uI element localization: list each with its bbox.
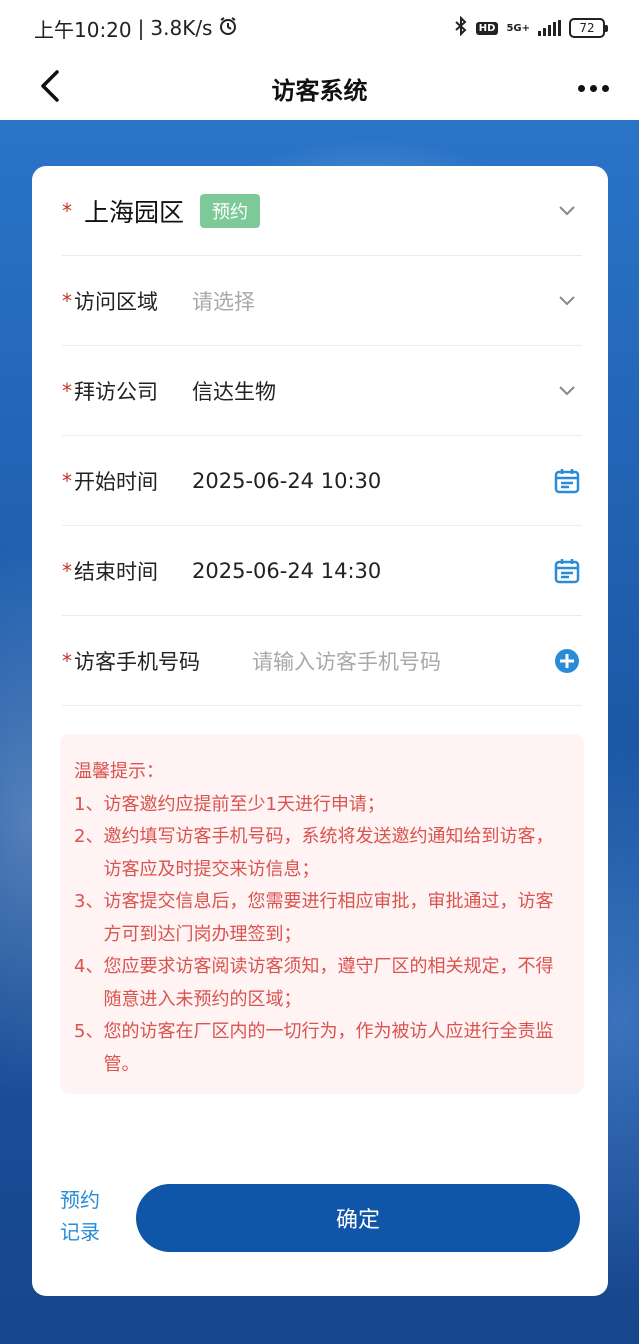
status-time: 上午10:20 — [34, 17, 132, 42]
more-dot — [589, 84, 597, 92]
phone-input[interactable]: 请输入访客手机号码 — [252, 646, 441, 676]
more-dot — [577, 84, 585, 92]
required-mark: * — [62, 468, 72, 493]
chevron-left-icon — [39, 69, 61, 107]
required-mark: * — [62, 558, 72, 583]
tip-number: 4、 — [74, 956, 104, 977]
required-mark: * — [62, 648, 72, 673]
visit-area-select[interactable]: 请选择 — [192, 286, 255, 316]
more-dot — [601, 84, 609, 92]
phone-label: 访客手机号码 — [74, 649, 200, 674]
status-speed: 3.8K/s — [150, 16, 213, 40]
alarm-clock-icon — [218, 16, 238, 41]
tip-item: 5、 您的访客在厂区内的一切行为，作为被访人应进行全责监管。 — [74, 1016, 570, 1081]
park-name: 上海园区 — [84, 197, 185, 227]
network-type: 5G+ — [506, 22, 530, 34]
tips-title: 温馨提示： — [74, 761, 164, 782]
tip-text: 您应要求访客阅读访客须知，遵守厂区的相关规定，不得随意进入未预约的区域； — [103, 956, 554, 1010]
required-mark: * — [62, 378, 72, 403]
battery-level: 72 — [579, 21, 595, 35]
status-right: HD 5G+ 72 — [454, 15, 608, 40]
calendar-icon[interactable] — [552, 466, 582, 496]
form-card: * 上海园区 预约 * 访问区域 请选择 * 拜访公司 信达生物 * 开始时间 … — [32, 166, 608, 1296]
plus-circle-icon[interactable] — [552, 646, 582, 676]
tip-text: 访客邀约应提前至少1天进行申请； — [103, 793, 385, 815]
reservation-records-link[interactable]: 预约记录 — [60, 1184, 112, 1248]
required-mark: * — [62, 288, 72, 313]
start-time-value[interactable]: 2025-06-24 10:30 — [192, 469, 381, 493]
more-button[interactable] — [573, 70, 613, 106]
chevron-down-icon[interactable] — [552, 196, 582, 226]
tip-text: 您的访客在厂区内的一切行为，作为被访人应进行全责监管。 — [103, 1021, 554, 1075]
end-time-label: 结束时间 — [74, 559, 158, 584]
tip-item: 2、 邀约填写访客手机号码，系统将发送邀约通知给到访客，访客应及时提交来访信息； — [74, 821, 570, 886]
tips-box: 温馨提示： 1、 访客邀约应提前至少1天进行申请； 2、 邀约填写访客手机号码，… — [60, 734, 584, 1094]
tip-item: 4、 您应要求访客阅读访客须知，遵守厂区的相关规定，不得随意进入未预约的区域； — [74, 951, 570, 1016]
company-field[interactable]: * 拜访公司 信达生物 — [62, 346, 582, 436]
signal-icon — [538, 20, 561, 36]
company-select[interactable]: 信达生物 — [192, 376, 276, 406]
tip-item: 1、 访客邀约应提前至少1天进行申请； — [74, 789, 570, 822]
visit-area-label: 访问区域 — [74, 289, 158, 314]
tip-number: 3、 — [74, 891, 104, 912]
page-title: 访客系统 — [271, 76, 368, 105]
nav-bar: 访客系统 — [0, 56, 639, 120]
battery-icon: 72 — [569, 18, 608, 38]
reservation-tag: 预约 — [200, 193, 261, 228]
status-divider: | — [137, 16, 145, 40]
start-time-field[interactable]: * 开始时间 2025-06-24 10:30 — [62, 436, 582, 526]
chevron-down-icon[interactable] — [552, 286, 582, 316]
park-selector[interactable]: * 上海园区 预约 — [62, 166, 582, 256]
end-time-value[interactable]: 2025-06-24 14:30 — [192, 559, 381, 583]
tip-number: 5、 — [74, 1021, 104, 1042]
back-button[interactable] — [30, 68, 70, 108]
end-time-field[interactable]: * 结束时间 2025-06-24 14:30 — [62, 526, 582, 616]
tip-item: 3、 访客提交信息后，您需要进行相应审批，审批通过，访客方可到达门岗办理签到； — [74, 886, 570, 951]
bluetooth-icon — [454, 15, 468, 40]
status-bar: 上午10:20 | 3.8K/s HD 5G+ 72 — [0, 0, 639, 56]
hd-badge: HD — [475, 21, 499, 35]
confirm-button[interactable]: 确定 — [136, 1184, 580, 1252]
visit-area-field[interactable]: * 访问区域 请选择 — [62, 256, 582, 346]
calendar-icon[interactable] — [552, 556, 582, 586]
status-left: 上午10:20 | 3.8K/s — [34, 14, 238, 43]
tip-number: 2、 — [74, 826, 104, 847]
company-label: 拜访公司 — [74, 379, 158, 404]
start-time-label: 开始时间 — [74, 469, 158, 494]
chevron-down-icon[interactable] — [552, 376, 582, 406]
required-mark: * — [62, 198, 72, 223]
tip-number: 1、 — [74, 793, 104, 815]
phone-field[interactable]: * 访客手机号码 请输入访客手机号码 — [62, 616, 582, 706]
tip-text: 邀约填写访客手机号码，系统将发送邀约通知给到访客，访客应及时提交来访信息； — [103, 826, 554, 880]
tip-text: 访客提交信息后，您需要进行相应审批，审批通过，访客方可到达门岗办理签到； — [103, 891, 554, 945]
